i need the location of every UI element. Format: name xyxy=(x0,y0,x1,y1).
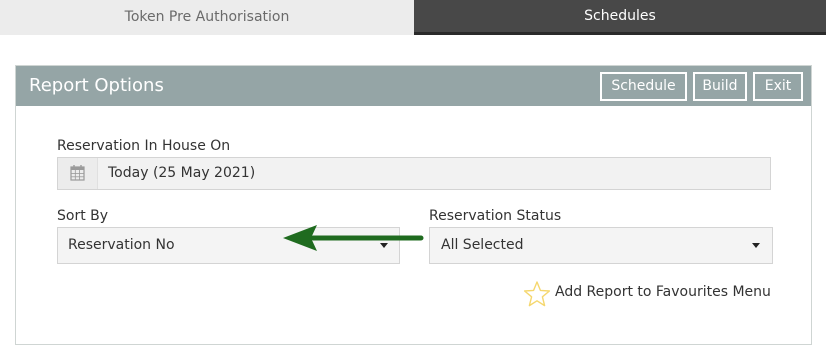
panel-header: Report Options Schedule Build Exit xyxy=(16,66,811,106)
arrow-left-icon xyxy=(283,225,424,251)
date-addon[interactable] xyxy=(58,158,98,189)
tab-schedules[interactable]: Schedules xyxy=(414,0,826,35)
reservation-status-label: Reservation Status xyxy=(429,208,562,224)
reservation-status-select[interactable]: All Selected xyxy=(429,227,773,264)
sort-by-value: Reservation No xyxy=(68,237,175,253)
in-house-date-value: Today (25 May 2021) xyxy=(108,165,256,181)
tab-bar: Token Pre Authorisation Schedules xyxy=(0,0,826,35)
schedule-button[interactable]: Schedule xyxy=(600,72,687,101)
exit-button[interactable]: Exit xyxy=(753,72,803,101)
favourites-label: Add Report to Favourites Menu xyxy=(555,284,771,300)
reservation-status-value: All Selected xyxy=(441,237,524,253)
build-button[interactable]: Build xyxy=(693,72,747,101)
chevron-down-icon xyxy=(752,243,760,248)
sort-by-label: Sort By xyxy=(57,208,109,224)
report-options-panel: Report Options Schedule Build Exit Reser… xyxy=(15,65,812,345)
in-house-date-field[interactable]: Today (25 May 2021) xyxy=(57,157,771,190)
tab-token-pre-authorisation[interactable]: Token Pre Authorisation xyxy=(0,0,414,35)
calendar-icon xyxy=(70,165,85,181)
in-house-label: Reservation In House On xyxy=(57,138,231,154)
panel-title: Report Options xyxy=(29,75,164,96)
star-icon xyxy=(523,281,551,307)
